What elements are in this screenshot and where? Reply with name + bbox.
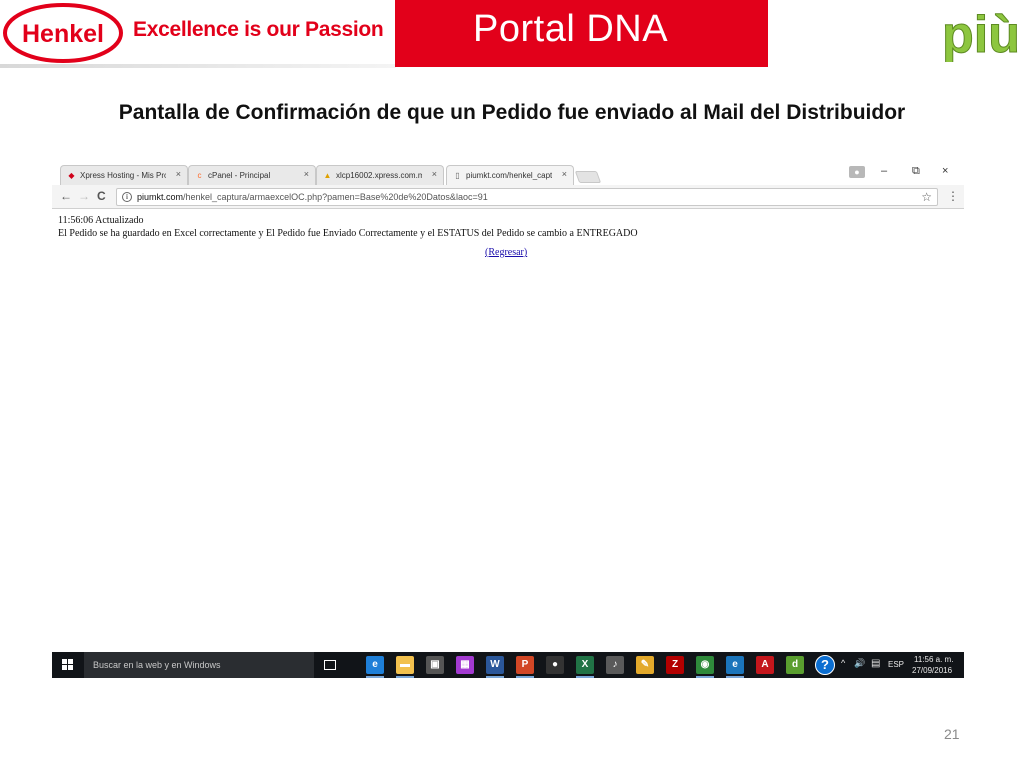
tab-label: piumkt.com/henkel_capt bbox=[466, 171, 552, 180]
windows-taskbar: Buscar en la web y en Windows e ▬ ▣ ▦ W P ● X ♪ ✎… bbox=[52, 652, 964, 678]
address-domain: piumkt.com bbox=[137, 192, 184, 202]
browser-window: ◆ Xpress Hosting - Mis Pro × c cPanel - … bbox=[52, 160, 964, 652]
back-icon[interactable]: ← bbox=[60, 189, 72, 203]
tab-label: xlcp16002.xpress.com.m bbox=[336, 171, 422, 180]
excel-icon[interactable]: X bbox=[576, 656, 594, 678]
status-message: El Pedido se ha guardado en Excel correc… bbox=[58, 228, 638, 239]
taskbar-search-placeholder: Buscar en la web y en Windows bbox=[93, 660, 221, 670]
browser-toolbar: ← → C i piumkt.com/henkel_captura/armaex… bbox=[52, 185, 964, 209]
header-divider bbox=[0, 64, 396, 68]
page-favicon-icon: ▯ bbox=[455, 171, 460, 180]
file-explorer-icon[interactable]: ▬ bbox=[396, 656, 414, 678]
server-favicon-icon: ▲ bbox=[323, 171, 332, 180]
tab-piumkt[interactable]: ▯ piumkt.com/henkel_capt × bbox=[446, 165, 574, 185]
tab-close-icon[interactable]: × bbox=[176, 169, 181, 179]
tab-label: Xpress Hosting - Mis Pro bbox=[80, 171, 166, 180]
site-info-icon[interactable]: i bbox=[122, 192, 132, 202]
svg-text:più: più bbox=[942, 6, 1020, 62]
tray-overflow-icon[interactable]: ^ bbox=[841, 658, 845, 668]
windows-start-icon[interactable] bbox=[62, 659, 74, 671]
address-path: /henkel_captura/armaexcelOC.php?pamen=Ba… bbox=[183, 192, 488, 202]
page-number: 21 bbox=[944, 726, 960, 742]
return-link[interactable]: (Regresar) bbox=[485, 247, 527, 258]
tab-strip: ◆ Xpress Hosting - Mis Pro × c cPanel - … bbox=[52, 160, 964, 185]
action-center-icon[interactable]: ▤ bbox=[871, 658, 880, 669]
taskbar-search-box[interactable]: Buscar en la web y en Windows bbox=[84, 652, 314, 678]
paint-icon[interactable]: ▦ bbox=[456, 656, 474, 674]
acrobat-icon[interactable]: A bbox=[756, 656, 774, 674]
tab-close-icon[interactable]: × bbox=[562, 169, 567, 179]
profile-icon[interactable]: ● bbox=[849, 166, 865, 178]
minimize-icon[interactable]: – bbox=[881, 165, 887, 177]
xpress-hosting-favicon-icon: ◆ bbox=[68, 171, 75, 180]
browser-menu-icon[interactable]: ⋮ bbox=[947, 189, 959, 203]
slide-title: Pantalla de Confirmación de que un Pedid… bbox=[118, 101, 906, 124]
tab-close-icon[interactable]: × bbox=[432, 169, 437, 179]
tab-label: cPanel - Principal bbox=[208, 171, 271, 180]
address-url[interactable]: piumkt.com/henkel_captura/armaexcelOC.ph… bbox=[137, 192, 488, 202]
portal-title: Portal DNA bbox=[473, 8, 669, 50]
clock-time[interactable]: 11:56 a. m. bbox=[914, 655, 953, 664]
tab-server[interactable]: ▲ xlcp16002.xpress.com.m × bbox=[316, 165, 444, 185]
tagline: Excellence is our Passion bbox=[133, 18, 384, 41]
forward-icon[interactable]: → bbox=[78, 189, 90, 203]
cpanel-favicon-icon: c bbox=[197, 171, 202, 180]
language-indicator[interactable]: ESP bbox=[888, 660, 904, 669]
edge-icon[interactable]: e bbox=[366, 656, 384, 678]
clock-date[interactable]: 27/09/2016 bbox=[912, 666, 952, 675]
henkel-logo: Henkel bbox=[3, 3, 123, 63]
recorder-icon[interactable]: ♪ bbox=[606, 656, 624, 674]
word-icon[interactable]: W bbox=[486, 656, 504, 678]
reload-icon[interactable]: C bbox=[97, 189, 106, 203]
bookmark-star-icon[interactable]: ☆ bbox=[921, 190, 932, 204]
page-content: 11:56:06 Actualizado El Pedido se ha gua… bbox=[52, 210, 964, 652]
media-icon[interactable]: ● bbox=[546, 656, 564, 674]
tab-close-icon[interactable]: × bbox=[304, 169, 309, 179]
task-view-icon[interactable] bbox=[324, 660, 336, 670]
powerpoint-icon[interactable]: P bbox=[516, 656, 534, 678]
piu-logo: più bbox=[942, 6, 1021, 63]
dreamweaver-icon[interactable]: d bbox=[786, 656, 804, 674]
help-icon[interactable]: ? bbox=[815, 655, 835, 675]
restore-icon[interactable]: ⧉ bbox=[912, 165, 920, 178]
notes-icon[interactable]: ✎ bbox=[636, 656, 654, 674]
store-icon[interactable]: ▣ bbox=[426, 656, 444, 674]
portal-banner: Portal DNA bbox=[395, 0, 768, 67]
tab-cpanel[interactable]: c cPanel - Principal × bbox=[188, 165, 316, 185]
chrome-icon[interactable]: ◉ bbox=[696, 656, 714, 678]
volume-icon[interactable]: 🔊 bbox=[854, 658, 865, 669]
address-bar[interactable]: i piumkt.com/henkel_captura/armaexcelOC.… bbox=[116, 188, 938, 206]
tab-xpress-hosting[interactable]: ◆ Xpress Hosting - Mis Pro × bbox=[60, 165, 188, 185]
filezilla-icon[interactable]: Z bbox=[666, 656, 684, 674]
window-close-icon[interactable]: × bbox=[942, 165, 948, 177]
new-tab-button[interactable] bbox=[574, 171, 602, 183]
svg-text:Henkel: Henkel bbox=[22, 20, 104, 48]
status-time: 11:56:06 Actualizado bbox=[58, 215, 144, 226]
internet-explorer-icon[interactable]: e bbox=[726, 656, 744, 678]
